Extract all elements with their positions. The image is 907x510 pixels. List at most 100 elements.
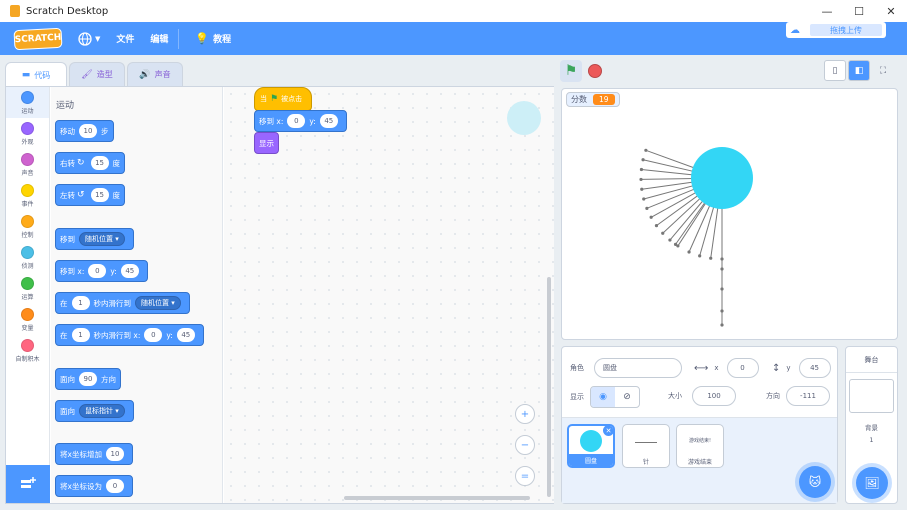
- edit-menu[interactable]: 编辑: [150, 32, 168, 45]
- category-color-dot: [21, 90, 34, 104]
- category-color-dot: [21, 121, 34, 135]
- maximize-button[interactable]: ☐: [843, 0, 875, 22]
- y-field[interactable]: 45: [798, 358, 831, 378]
- y-label: y: [786, 364, 791, 372]
- zoom-reset-icon: =: [520, 470, 530, 482]
- show-eye-icon[interactable]: ◉: [591, 387, 615, 407]
- needle-head: [645, 206, 649, 210]
- stage-selector[interactable]: 舞台 背景 1 🖼: [845, 346, 898, 504]
- seconds-input[interactable]: 1: [71, 296, 90, 310]
- add-extension-button[interactable]: [6, 465, 50, 503]
- scratch-app-icon: [10, 5, 20, 17]
- gameover-thumbnail-text: 游戏结束!: [688, 438, 711, 444]
- file-menu[interactable]: 文件: [116, 32, 134, 45]
- x-set-input[interactable]: 0: [105, 479, 124, 493]
- script-workspace[interactable]: 当 ⚑ 被点击 移到 x: 0 y: 45 显示 + − =: [224, 87, 554, 503]
- green-flag-button[interactable]: ⚑: [560, 60, 582, 82]
- tutorials-menu[interactable]: 💡 教程: [195, 32, 231, 45]
- category-6[interactable]: 运算: [6, 273, 49, 304]
- block-change-x[interactable]: 将x坐标增加 10: [55, 443, 133, 465]
- stop-button[interactable]: [588, 64, 602, 78]
- x-field[interactable]: 0: [726, 358, 759, 378]
- block-goto-xy[interactable]: 移到 x: 0 y: 45: [55, 260, 148, 282]
- block-text: 在: [60, 330, 68, 340]
- y-input[interactable]: 45: [176, 328, 195, 342]
- x-input[interactable]: 0: [287, 114, 306, 128]
- direction-input[interactable]: 90: [79, 372, 97, 386]
- language-menu[interactable]: ▼: [78, 31, 100, 46]
- x-change-input[interactable]: 10: [105, 447, 124, 461]
- block-glide-xy[interactable]: 在 1 秒内滑行到 x: 0 y: 45: [55, 324, 204, 346]
- y-input[interactable]: 45: [120, 264, 139, 278]
- towards-dropdown[interactable]: 鼠标指针 ▾: [79, 404, 125, 418]
- upload-button[interactable]: ☁ 拖拽上传: [786, 22, 886, 38]
- block-turn-left[interactable]: 左转 ↺ 15 度: [55, 184, 126, 206]
- category-5[interactable]: 侦测: [6, 242, 49, 273]
- tab-code[interactable]: ▬ 代码: [5, 62, 67, 87]
- goto-target-dropdown[interactable]: 随机位置 ▾: [79, 232, 125, 246]
- category-4[interactable]: 控制: [6, 211, 49, 242]
- category-1[interactable]: 外观: [6, 118, 49, 149]
- minimize-button[interactable]: —: [811, 0, 843, 22]
- backdrop-preview[interactable]: [849, 379, 894, 413]
- delete-sprite-button[interactable]: ✕: [603, 426, 613, 436]
- block-move-steps[interactable]: 移动 10 步: [55, 120, 114, 142]
- hide-eye-icon[interactable]: ⊘: [615, 387, 639, 407]
- tutorials-label: 教程: [213, 35, 232, 45]
- zoom-out-button[interactable]: −: [515, 435, 535, 455]
- block-point-towards[interactable]: 面向 鼠标指针 ▾: [55, 400, 134, 422]
- x-input[interactable]: 0: [88, 264, 107, 278]
- degrees-input[interactable]: 15: [90, 188, 109, 202]
- x-input[interactable]: 0: [144, 328, 163, 342]
- needle-head: [654, 224, 659, 228]
- zoom-reset-button[interactable]: =: [515, 466, 535, 486]
- add-sprite-button[interactable]: 🐱: [799, 466, 831, 498]
- workspace-horizontal-scrollbar[interactable]: [344, 496, 530, 500]
- category-8[interactable]: 自制积木: [6, 335, 49, 366]
- y-input[interactable]: 45: [319, 114, 338, 128]
- block-text: y:: [309, 116, 316, 126]
- size-field[interactable]: 100: [692, 386, 736, 406]
- block-text: 面向: [60, 374, 75, 384]
- block-point-direction[interactable]: 面向 90 方向: [55, 368, 121, 390]
- needle-head: [649, 215, 653, 219]
- block-goto[interactable]: 移到 随机位置 ▾: [55, 228, 134, 250]
- seconds-input[interactable]: 1: [71, 328, 90, 342]
- degrees-input[interactable]: 15: [90, 156, 109, 170]
- category-7[interactable]: 变量: [6, 304, 49, 335]
- block-text: y:: [110, 266, 117, 276]
- steps-input[interactable]: 10: [79, 124, 97, 138]
- block-turn-right[interactable]: 右转 ↻ 15 度: [55, 152, 126, 174]
- workspace-vertical-scrollbar[interactable]: [547, 277, 551, 497]
- needle-head: [639, 177, 643, 182]
- disc-sprite[interactable]: [691, 147, 753, 209]
- script-block-show[interactable]: 显示: [254, 132, 279, 154]
- category-2[interactable]: 声音: [6, 149, 49, 180]
- sprite-thumb-gameover[interactable]: 游戏结束! 游戏结束: [676, 424, 724, 468]
- tab-sounds[interactable]: 🔊 声音: [127, 62, 183, 86]
- zoom-in-button[interactable]: +: [515, 404, 535, 424]
- category-menu: 运动 外观 声音事件控制 侦测 运算 变量 自制积木: [6, 87, 50, 503]
- block-text: 移到 x:: [60, 266, 85, 276]
- category-0[interactable]: 运动: [6, 87, 49, 118]
- block-glide-to[interactable]: 在 1 秒内滑行到 随机位置 ▾: [55, 292, 190, 314]
- sprite-thumb-disc[interactable]: 圆盘 ✕: [567, 424, 615, 468]
- add-backdrop-button[interactable]: 🖼: [856, 467, 888, 499]
- category-label: 事件: [21, 200, 34, 208]
- fullscreen-button[interactable]: ⛶: [872, 60, 894, 81]
- block-when-flag-clicked[interactable]: 当 ⚑ 被点击: [254, 87, 312, 111]
- sprite-thumb-needle[interactable]: 针: [622, 424, 670, 468]
- direction-field[interactable]: -111: [786, 386, 830, 406]
- needle-head: [639, 167, 644, 172]
- tab-costumes[interactable]: 🖌 造型: [69, 62, 125, 86]
- category-3[interactable]: 事件: [6, 180, 49, 211]
- glide-target-dropdown[interactable]: 随机位置 ▾: [135, 296, 181, 310]
- close-button[interactable]: ✕: [875, 0, 907, 22]
- block-set-x[interactable]: 将x坐标设为 0: [55, 475, 133, 497]
- sprite-name-field[interactable]: 圆盘: [594, 358, 682, 378]
- small-stage-button[interactable]: ▯: [824, 60, 846, 81]
- normal-stage-button[interactable]: ◧: [848, 60, 870, 81]
- script-block-goto-xy[interactable]: 移到 x: 0 y: 45: [254, 110, 347, 132]
- stage-canvas[interactable]: 分数 19: [561, 88, 898, 340]
- scratch-logo[interactable]: SCRATCH: [13, 27, 63, 50]
